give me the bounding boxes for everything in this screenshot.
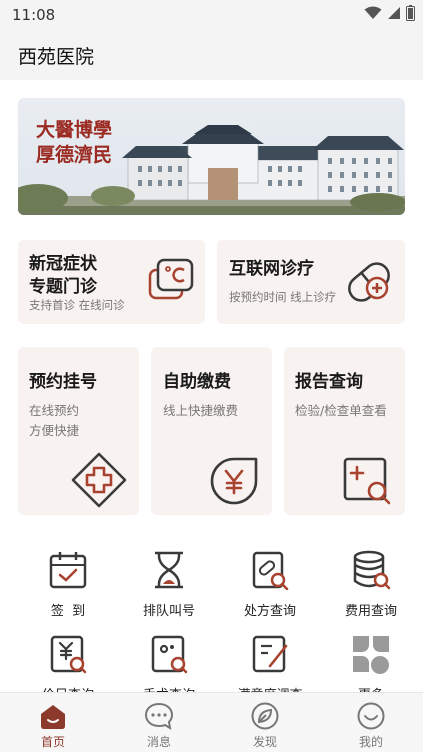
- bottom-tab-bar: 首页 消息 发现 我的: [0, 692, 423, 752]
- tab-messages[interactable]: 消息: [106, 693, 212, 752]
- pill-icon: [348, 262, 390, 302]
- grid-label-checkin: 签 到: [50, 604, 86, 619]
- status-time: 11:08: [12, 6, 56, 24]
- grid-item-checkin[interactable]: 签 到: [18, 550, 118, 630]
- self-pay-card[interactable]: 自助缴费 线上快捷缴费: [151, 347, 272, 515]
- grid-label-queue: 排队叫号: [142, 604, 195, 619]
- grid-label-price: 价目查询: [18, 684, 118, 692]
- internet-clinic-title: 互联网诊疗: [229, 259, 314, 279]
- status-icons: [364, 5, 415, 21]
- covid-clinic-title: 新冠症状 专题门诊: [29, 253, 97, 299]
- appointment-title: 预约挂号: [29, 372, 97, 392]
- message-icon: [144, 702, 174, 730]
- grid-label-prescription: 处方查询: [243, 604, 296, 619]
- survey-pen-icon: [252, 635, 288, 673]
- price-search-icon: [50, 635, 87, 674]
- grid-item-queue[interactable]: 排队叫号: [119, 550, 219, 630]
- report-query-title: 报告查询: [295, 372, 363, 392]
- tab-profile[interactable]: 我的: [318, 693, 423, 752]
- coins-search-icon: [353, 550, 391, 590]
- grid-label-more: 更多: [321, 684, 421, 692]
- appointment-subtitle-line2: 方便快捷: [29, 423, 80, 438]
- tab-home[interactable]: 首页: [0, 693, 106, 752]
- tab-home-label: 首页: [40, 735, 65, 749]
- grid-item-surgery[interactable]: 手术查询: [119, 634, 219, 692]
- grid-label-survey: 满意度调查: [220, 684, 320, 692]
- report-search-icon: [343, 457, 391, 505]
- grid-item-more[interactable]: 更多: [321, 634, 421, 692]
- wifi-icon: [364, 6, 382, 19]
- thermometer-chat-icon: [148, 258, 194, 300]
- report-query-card[interactable]: 报告查询 检验/检查单查看: [284, 347, 405, 515]
- appointment-subtitle: 在线预约 方便快捷: [29, 401, 79, 441]
- hourglass-icon: [155, 551, 183, 589]
- battery-icon: [406, 5, 415, 21]
- tab-messages-label: 消息: [146, 735, 171, 749]
- page-title: 西苑医院: [18, 46, 95, 68]
- covid-clinic-card[interactable]: 新冠症状 专题门诊 支持首诊 在线问诊: [18, 240, 205, 324]
- status-bar: 11:08: [0, 0, 423, 30]
- grid-item-prescription[interactable]: 处方查询: [220, 550, 320, 630]
- tab-discover-label: 发现: [252, 735, 277, 749]
- home-content[interactable]: 大醫博學 厚德濟民 新冠症状 专题门诊 支持首诊 在线问诊 互联网诊疗 按预约时…: [0, 80, 423, 692]
- grid-item-survey[interactable]: 满意度调查: [220, 634, 320, 692]
- report-query-subtitle: 检验/检查单查看: [295, 403, 387, 418]
- internet-clinic-subtitle: 按预约时间 线上诊疗: [229, 290, 337, 304]
- self-pay-title: 自助缴费: [163, 372, 231, 392]
- grid-label-fee: 费用查询: [344, 604, 397, 619]
- home-icon: [41, 705, 65, 729]
- appointment-card[interactable]: 预约挂号 在线预约 方便快捷: [18, 347, 139, 515]
- yen-icon: [210, 457, 258, 505]
- hospital-banner[interactable]: 大醫博學 厚德濟民: [18, 98, 405, 215]
- tab-profile-label: 我的: [358, 735, 383, 749]
- grid-item-fee[interactable]: 费用查询: [321, 550, 421, 630]
- calligraphy-line-2: 厚德濟民: [36, 144, 113, 166]
- signal-icon: [388, 7, 400, 19]
- internet-clinic-card[interactable]: 互联网诊疗 按预约时间 线上诊疗: [217, 240, 405, 324]
- calendar-check-icon: [49, 552, 87, 589]
- app-header: 西苑医院: [0, 30, 423, 80]
- more-grid-icon: [353, 636, 389, 674]
- covid-clinic-title-line1: 新冠症状: [29, 254, 97, 274]
- calligraphy-line-1: 大醫博學: [36, 119, 113, 141]
- discover-leaf-icon: [251, 702, 279, 730]
- medical-cross-icon: [71, 452, 127, 508]
- appointment-subtitle-line1: 在线预约: [29, 403, 80, 418]
- grid-label-surgery: 手术查询: [119, 684, 219, 692]
- grid-item-price[interactable]: 价目查询: [18, 634, 118, 692]
- prescription-search-icon: [252, 551, 289, 590]
- self-pay-subtitle: 线上快捷缴费: [163, 403, 239, 418]
- surgery-search-icon: [151, 635, 188, 674]
- tab-discover[interactable]: 发现: [212, 693, 318, 752]
- profile-icon: [357, 702, 385, 730]
- covid-clinic-subtitle: 支持首诊 在线问诊: [29, 298, 125, 312]
- banner-calligraphy: 大醫博學 厚德濟民: [36, 118, 112, 168]
